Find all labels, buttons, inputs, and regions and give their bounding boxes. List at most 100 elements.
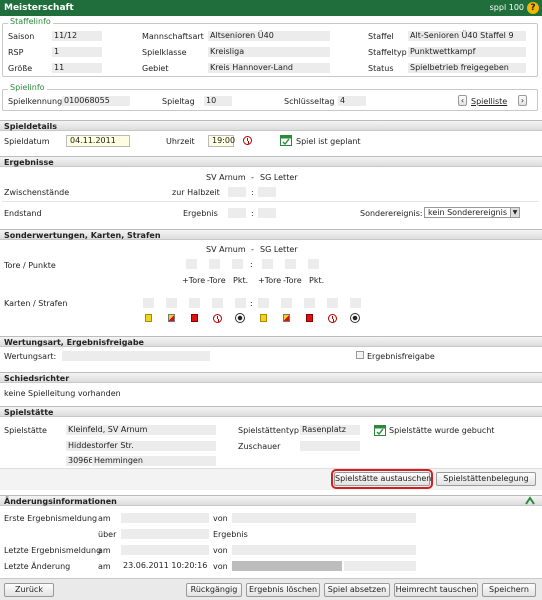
time-penalty-icon [328,314,337,323]
spielstaette-gebucht-text: Spielstätte wurde gebucht [389,426,495,435]
staffeltyp-value: Punktwettkampf [408,47,526,57]
wertungsart-value [62,351,210,361]
spielkennung-value: 010068055 [62,96,130,106]
spiel-absetzen-button[interactable]: Spiel absetzen [324,583,390,597]
letzte-aenderung-label: Letzte Änderung [4,562,71,571]
spieltag-value: 10 [204,96,232,106]
spielstaette-ort: Hemmingen [92,456,216,466]
erste-ergebnismeldung-label: Erste Ergebnismeldung [4,514,98,523]
section-title: Spieldetails [4,122,58,131]
tore-plus-away-input[interactable] [262,259,273,269]
karten-input[interactable] [350,298,361,308]
sonderereignis-select[interactable]: kein Sonderereignis ▼ [424,207,520,218]
section-schiedsrichter: Schiedsrichter [0,372,542,383]
spielstaettentyp-value: Rasenplatz [300,425,360,435]
spielstaette-austauschen-button[interactable]: Spielstätte austauschen [331,469,433,489]
next-spiel-button[interactable]: › [518,95,527,106]
halbzeit-label: zur Halbzeit [172,188,220,197]
tore-plus-home-input[interactable] [186,259,197,269]
karten-input[interactable] [189,298,200,308]
staffeltyp-label: Staffeltyp [368,48,407,57]
ergebnis-home-input[interactable] [228,208,246,218]
uhrzeit-input[interactable]: 19:00 [208,135,235,147]
spielstaette-plz: 30966 [66,456,94,466]
karten-input[interactable] [304,298,315,308]
karten-colon: : [250,299,253,308]
ergebnis-colon: : [251,209,254,218]
prev-spiel-button[interactable]: ‹ [458,95,467,106]
zurueck-button[interactable]: Zurück [4,583,54,597]
team-home: SV Arnum [206,173,246,182]
erste-am-label: am [98,514,111,523]
letzte-aend-am-value: 23.06.2011 10:20:16 [121,561,209,571]
yellow-red-card-icon [283,314,290,322]
tore-minus-away-input[interactable] [285,259,296,269]
col-pkt-away: Pkt. [309,276,325,285]
team-away: SG Letter [260,173,298,182]
red-card-icon [191,314,198,322]
karten-input[interactable] [235,298,246,308]
mannschaftsart-value: Altsenioren Ü40 [208,31,330,41]
karten-input[interactable] [212,298,223,308]
spiel-status-text: Spiel ist geplant [296,137,361,146]
tore-minus-home-input[interactable] [209,259,220,269]
speichern-button[interactable]: Speichern [482,583,536,597]
zwischenstaende-label: Zwischenstände [4,188,70,197]
rueckgaengig-button[interactable]: Rückgängig [186,583,242,597]
team-dash: - [251,173,254,182]
user-label: sppl 100 [489,3,524,12]
ball-icon [235,313,245,323]
spielliste-link[interactable]: Spielliste [471,97,507,106]
letzte-aend-von-extra [344,561,416,571]
ueber-label: über [98,530,117,539]
collapse-arrow-icon[interactable] [524,494,536,506]
karten-input[interactable] [143,298,154,308]
letzte-aend-von-value [232,561,342,571]
section-title: Wertungsart, Ergebnisfreigabe [4,338,144,347]
schluesseltag-label: Schlüsseltag [284,97,335,106]
time-penalty-icon [213,314,222,323]
halbzeit-home-input[interactable] [228,187,246,197]
schluesseltag-value: 4 [338,96,366,106]
letzte-erg-am-label: am [98,546,111,555]
saison-value: 11/12 [52,31,102,41]
spielstaettenbelegung-button[interactable]: Spielstättenbelegung [436,472,536,486]
spieldatum-input[interactable]: 04.11.2011 [66,135,130,147]
pkt-away-input[interactable] [308,259,319,269]
halbzeit-colon: : [251,188,254,197]
letzte-erg-von-value [232,545,416,555]
karten-input[interactable] [327,298,338,308]
karten-input[interactable] [258,298,269,308]
staffel-value: Alt-Senioren Ü40 Staffel 9 [408,31,526,41]
spieltag-label: Spieltag [162,97,195,106]
staffelinfo-legend: Staffelinfo [8,17,53,26]
title-bar: Meisterschaft sppl 100 ? [0,0,542,16]
spielstaette-name: Kleinfeld, SV Arnum [66,425,216,435]
spielstaettentyp-label: Spielstättentyp [238,426,299,435]
ergebnis-loeschen-button[interactable]: Ergebnis löschen [246,583,320,597]
spieldatum-label: Spieldatum [4,137,50,146]
karten-input[interactable] [281,298,292,308]
heimrecht-tauschen-button[interactable]: Heimrecht tauschen [394,583,478,597]
karten-input[interactable] [166,298,177,308]
pkt-home-input[interactable] [232,259,243,269]
col-tore-minus-away: -Tore [283,276,302,285]
gebiet-value: Kreis Hannover-Land [208,63,330,73]
groesse-label: Größe [8,64,33,73]
erste-von-label: von [213,514,228,523]
page-title: Meisterschaft [4,3,74,13]
ergebnisfreigabe-checkbox[interactable] [356,351,364,359]
section-sonderwertungen: Sonderwertungen, Karten, Strafen [0,229,542,240]
staffel-label: Staffel [368,32,394,41]
col-tore-minus: -Tore [207,276,226,285]
wertungsart-label: Wertungsart: [4,352,57,361]
halbzeit-away-input[interactable] [258,187,276,197]
spielkennung-label: Spielkennung [8,97,63,106]
sw-team-dash: - [251,245,254,254]
rsp-label: RSP [8,48,24,57]
help-icon[interactable]: ? [527,2,539,14]
ergebnis-away-input[interactable] [258,208,276,218]
tore-colon: : [250,260,253,269]
red-card-icon [306,314,313,322]
zuschauer-label: Zuschauer [238,442,281,451]
